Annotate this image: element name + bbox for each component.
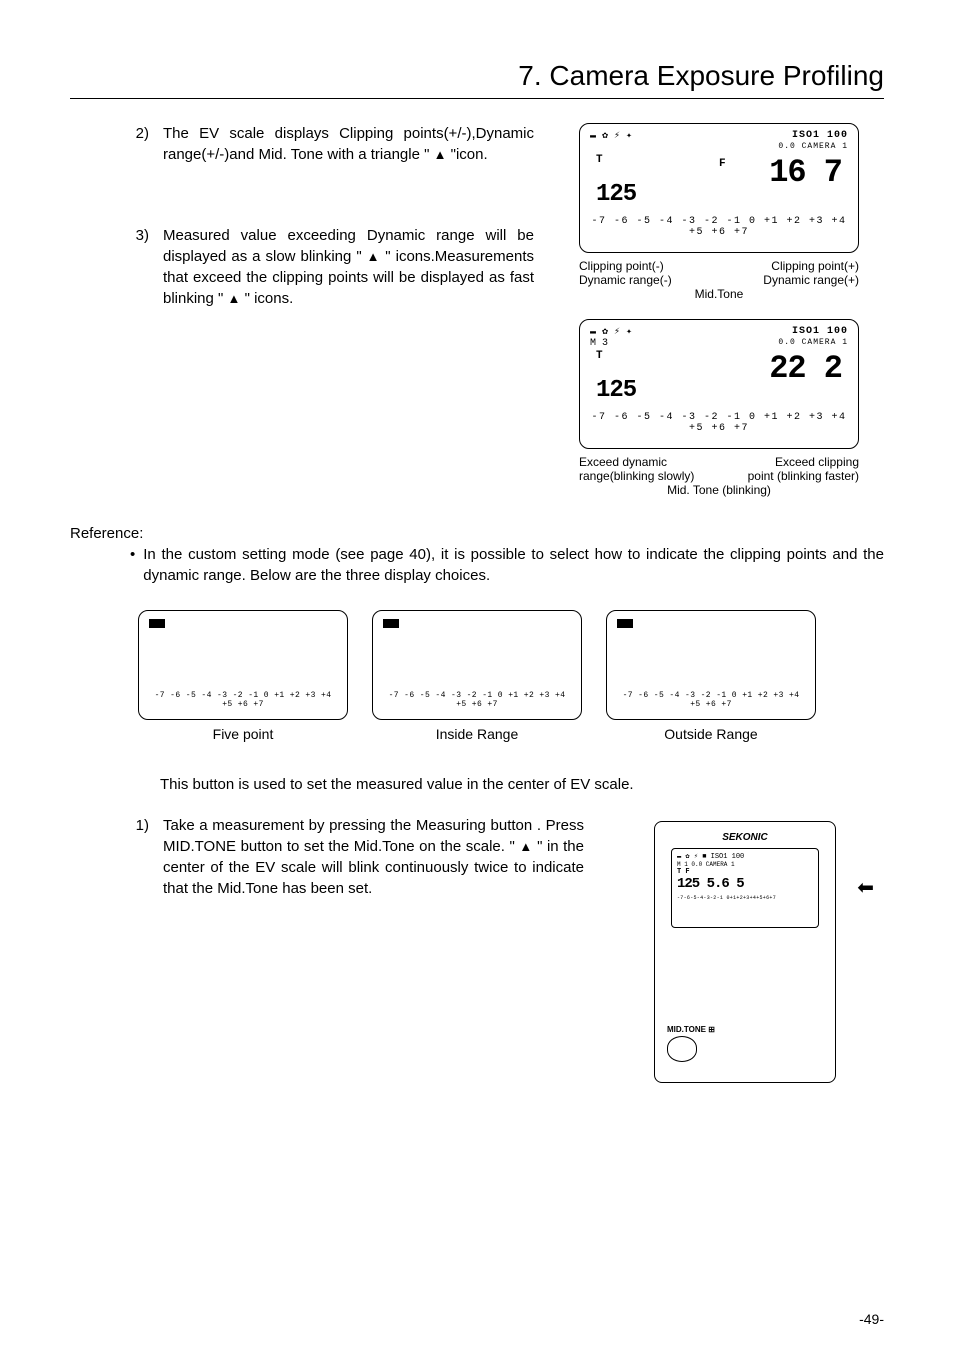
- iso-label: ISO1 100: [792, 130, 848, 141]
- col-right-2: SEKONIC ▬ ✿ ⚡ ■ ISO1 100 M 1 0.0 CAMERA …: [604, 815, 884, 1095]
- midtone-button-label: MID.TONE ⊞: [667, 1025, 715, 1034]
- ev-scale: -7 -6 -5 -4 -3 -2 -1 0 +1 +2 +3 +4 +5 +6…: [590, 216, 848, 238]
- page-number: -49-: [859, 1311, 884, 1327]
- item-num: 1): [125, 815, 149, 899]
- page-title: 7. Camera Exposure Profiling: [70, 60, 884, 99]
- lcd2-labels-row2: range(blinking slowly) point (blinking f…: [579, 469, 859, 483]
- col-left-2: 1) Take a measurement by pressing the Me…: [125, 815, 584, 1095]
- shutter-val: T 125: [596, 350, 636, 404]
- lcd-icons: ▬ ✿ ⚡ ✦ M 3: [590, 326, 632, 349]
- caption: Outside Range: [606, 726, 816, 742]
- lcd1-labels: Clipping point(-) Clipping point(+): [579, 259, 859, 273]
- battery-icon: [617, 619, 633, 628]
- lcd-display-1: ▬ ✿ ⚡ ✦ ISO1 100 0.0 CAMERA 1 T 125 F 16…: [579, 123, 859, 253]
- triangle-icon: ▲: [434, 147, 447, 162]
- icon-row: ▬ ✿ ⚡ ✦: [590, 327, 632, 338]
- page: 7. Camera Exposure Profiling 2) The EV s…: [0, 0, 954, 1357]
- reference-heading: Reference:: [70, 523, 884, 544]
- screen-line: 125 5.6 5: [677, 876, 813, 892]
- lcd-values: T 125 22 2: [590, 348, 848, 404]
- text: "icon.: [446, 146, 487, 163]
- aperture-val: 16 7: [769, 154, 842, 208]
- battery-icon: [383, 619, 399, 628]
- exceed-clip-b: point (blinking faster): [719, 469, 859, 483]
- row-2: 1) Take a measurement by pressing the Me…: [70, 815, 884, 1095]
- clip-minus: Clipping point(-): [579, 259, 719, 273]
- screen-line: ▬ ✿ ⚡ ■ ISO1 100: [677, 852, 813, 861]
- bullet-icon: •: [130, 544, 135, 586]
- list-item-2: 2) The EV scale displays Clipping points…: [125, 123, 534, 165]
- item-body: Measured value exceeding Dynamic range w…: [163, 225, 534, 309]
- item-num: 2): [125, 123, 149, 165]
- midtone-button-area: MID.TONE ⊞: [667, 1025, 715, 1062]
- screen-scale: -7-6-5-4-3-2-1 0+1+2+3+4+5+6+7: [677, 895, 813, 901]
- section2-intro: This button is used to set the measured …: [70, 776, 884, 793]
- item-body: Take a measurement by pressing the Measu…: [163, 815, 584, 899]
- ev-scale: -7 -6 -5 -4 -3 -2 -1 0 +1 +2 +3 +4 +5 +6…: [590, 412, 848, 434]
- m-line: M 3: [590, 338, 608, 349]
- shutter-val: T 125: [596, 154, 636, 208]
- mini-display-five-point: -7 -6 -5 -4 -3 -2 -1 0 +1 +2 +3 +4 +5 +6…: [138, 610, 348, 742]
- dyn-plus: Dynamic range(+): [719, 273, 859, 287]
- battery-icon: [149, 619, 165, 628]
- mini-display-inside-range: -7 -6 -5 -4 -3 -2 -1 0 +1 +2 +3 +4 +5 +6…: [372, 610, 582, 742]
- row-1: 2) The EV scale displays Clipping points…: [70, 123, 884, 515]
- midtone-button[interactable]: [667, 1036, 697, 1062]
- ev-scale: -7 -6 -5 -4 -3 -2 -1 0 +1 +2 +3 +4 +5 +6…: [617, 691, 805, 709]
- item-num: 3): [125, 225, 149, 309]
- mini-display-outside-range: -7 -6 -5 -4 -3 -2 -1 0 +1 +2 +3 +4 +5 +6…: [606, 610, 816, 742]
- ev-scale: -7 -6 -5 -4 -3 -2 -1 0 +1 +2 +3 +4 +5 +6…: [149, 691, 337, 709]
- lcd-icons: ▬ ✿ ⚡ ✦: [590, 130, 632, 142]
- device-outline: SEKONIC ▬ ✿ ⚡ ■ ISO1 100 M 1 0.0 CAMERA …: [654, 821, 836, 1083]
- camera-label: 0.0 CAMERA 1: [778, 142, 848, 151]
- iso-label: ISO1 100: [792, 326, 848, 337]
- caption: Five point: [138, 726, 348, 742]
- exceed-dynamic-b: range(blinking slowly): [579, 469, 719, 483]
- f-label: F: [719, 158, 726, 170]
- item-body: The EV scale displays Clipping points(+/…: [163, 123, 534, 165]
- exceed-clip: Exceed clipping: [719, 455, 859, 469]
- reference-text: In the custom setting mode (see page 40)…: [143, 544, 884, 586]
- reference-body: • In the custom setting mode (see page 4…: [70, 544, 884, 586]
- mini-displays-row: -7 -6 -5 -4 -3 -2 -1 0 +1 +2 +3 +4 +5 +6…: [70, 610, 884, 742]
- ev-scale: -7 -6 -5 -4 -3 -2 -1 0 +1 +2 +3 +4 +5 +6…: [383, 691, 571, 709]
- aperture-val: 22 2: [769, 350, 842, 404]
- device-drawing: SEKONIC ▬ ✿ ⚡ ■ ISO1 100 M 1 0.0 CAMERA …: [634, 815, 854, 1095]
- mid-tone-blinking: Mid. Tone (blinking): [579, 483, 859, 497]
- clip-plus: Clipping point(+): [719, 259, 859, 273]
- arrow-left-icon: ⬅: [857, 875, 874, 900]
- caption: Inside Range: [372, 726, 582, 742]
- lcd2-labels: Exceed dynamic Exceed clipping: [579, 455, 859, 469]
- screen-line: T F: [677, 868, 813, 876]
- exceed-dynamic: Exceed dynamic: [579, 455, 719, 469]
- dyn-minus: Dynamic range(-): [579, 273, 719, 287]
- camera-label: 0.0 CAMERA 1: [778, 338, 848, 347]
- lcd-values: T 125 F 16 7: [590, 152, 848, 208]
- reference-block: Reference: • In the custom setting mode …: [70, 523, 884, 586]
- text: " icons.: [240, 290, 293, 307]
- list-item-1b: 1) Take a measurement by pressing the Me…: [125, 815, 584, 899]
- col-left-1: 2) The EV scale displays Clipping points…: [70, 123, 534, 515]
- screen-line: M 1 0.0 CAMERA 1: [677, 861, 813, 868]
- lcd-display-2: ▬ ✿ ⚡ ✦ M 3 ISO1 100 0.0 CAMERA 1 T 125 …: [579, 319, 859, 449]
- lcd1-labels-row2: Dynamic range(-) Dynamic range(+): [579, 273, 859, 287]
- triangle-icon: ▲: [228, 291, 241, 306]
- device-screen: ▬ ✿ ⚡ ■ ISO1 100 M 1 0.0 CAMERA 1 T F 12…: [671, 848, 819, 928]
- device-brand: SEKONIC: [655, 832, 835, 843]
- triangle-icon: ▲: [519, 839, 532, 854]
- mid-tone-label: Mid.Tone: [579, 287, 859, 301]
- triangle-icon: ▲: [367, 249, 381, 264]
- col-right-1: ▬ ✿ ⚡ ✦ ISO1 100 0.0 CAMERA 1 T 125 F 16…: [554, 123, 884, 515]
- list-item-3: 3) Measured value exceeding Dynamic rang…: [125, 225, 534, 309]
